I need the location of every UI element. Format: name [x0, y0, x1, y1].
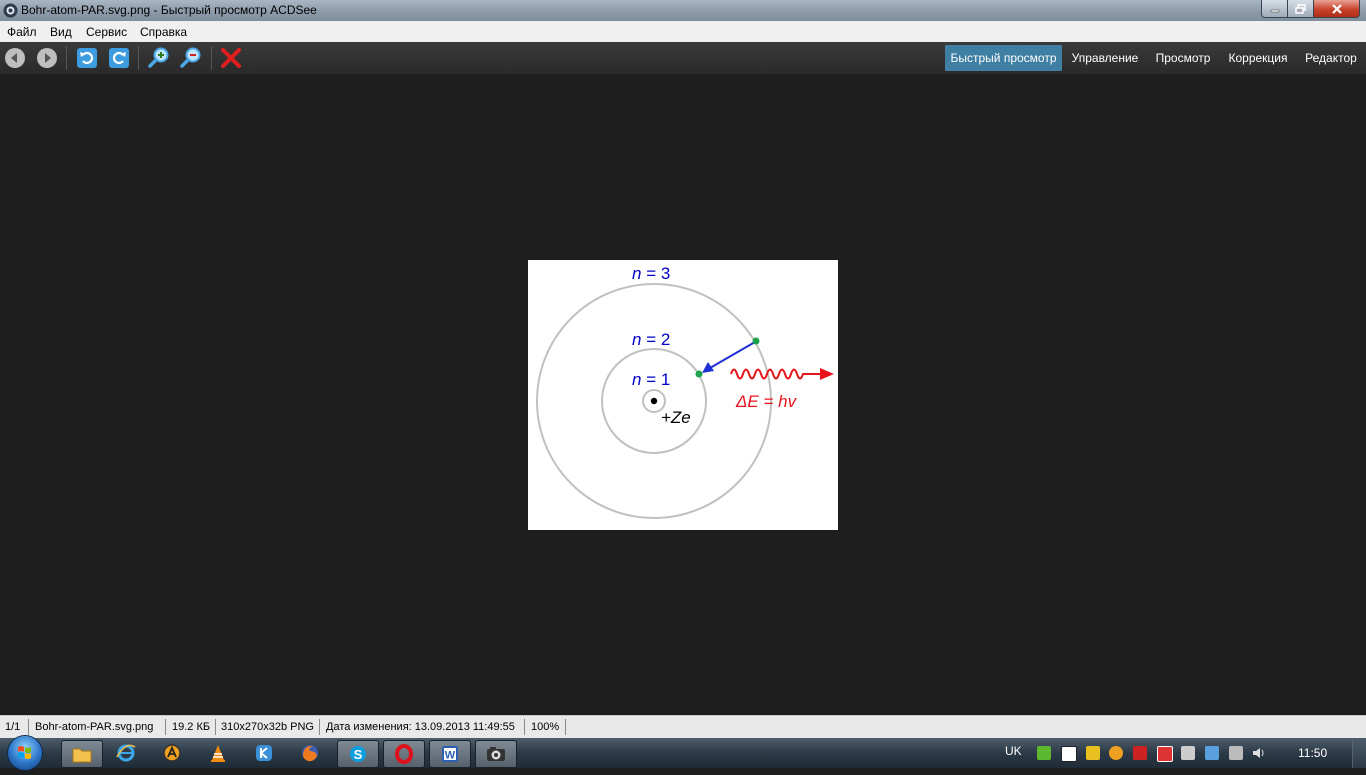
label-nucleus-charge: +Ze — [661, 408, 691, 427]
rotate-left-icon[interactable] — [75, 46, 99, 70]
tray-shield-green-icon[interactable] — [1037, 746, 1051, 760]
status-separator — [165, 719, 166, 735]
photon-arrowhead — [820, 368, 834, 380]
delete-icon[interactable] — [219, 46, 243, 70]
tab-edit[interactable]: Редактор — [1300, 45, 1362, 71]
rotate-right-icon[interactable] — [107, 46, 131, 70]
status-separator — [28, 719, 29, 735]
taskbar-word[interactable]: W — [429, 740, 471, 768]
language-indicator[interactable]: UK — [1005, 744, 1022, 758]
menu-view[interactable]: Вид — [50, 25, 72, 39]
tray-monitor-icon[interactable] — [1229, 746, 1243, 760]
back-icon[interactable] — [3, 46, 27, 70]
folder-icon — [72, 748, 92, 763]
status-index: 1/1 — [5, 721, 21, 733]
opera-icon — [395, 744, 413, 764]
acdsee-icon — [487, 747, 505, 761]
zoom-out-icon[interactable] — [179, 46, 203, 70]
tray-red-shield-icon[interactable] — [1157, 746, 1173, 762]
photon-wave — [730, 368, 824, 380]
minimize-icon — [1270, 9, 1279, 12]
toolbar: Быстрый просмотр Управление Просмотр Кор… — [0, 42, 1366, 74]
status-separator — [565, 719, 566, 735]
maximize-button[interactable] — [1288, 0, 1314, 18]
status-separator — [215, 719, 216, 735]
taskbar-app-k[interactable] — [244, 740, 284, 766]
tab-quick-view[interactable]: Быстрый просмотр — [945, 45, 1062, 71]
menu-help[interactable]: Справка — [140, 25, 187, 39]
status-separator — [524, 719, 525, 735]
window-title: Bohr-atom-PAR.svg.png - Быстрый просмотр… — [21, 3, 317, 17]
firefox-icon — [302, 745, 318, 762]
svg-text:S: S — [354, 747, 363, 762]
bohr-atom-diagram: n = 3 n = 2 n = 1 +Ze ΔE = hv — [536, 264, 834, 519]
status-filesize: 19.2 КБ — [172, 721, 211, 733]
close-icon — [1331, 3, 1342, 14]
blue-k-app-icon — [256, 745, 272, 761]
tab-manage[interactable]: Управление — [1066, 45, 1144, 71]
image-viewer[interactable]: n = 3 n = 2 n = 1 +Ze ΔE = hv — [0, 74, 1366, 715]
toolbar-separator — [211, 46, 212, 70]
windows-logo-icon — [18, 746, 31, 759]
status-dimensions: 310x270x32b PNG — [221, 721, 314, 733]
label-n2: n = 2 — [632, 330, 670, 349]
volume-icon[interactable] — [1252, 746, 1266, 760]
acdsee-app-icon — [3, 3, 18, 18]
tray-calendar-icon[interactable] — [1061, 746, 1077, 762]
title-bar: Bohr-atom-PAR.svg.png - Быстрый просмотр… — [0, 0, 1366, 21]
orange-a-app-icon — [163, 744, 181, 762]
svg-text:W: W — [445, 750, 456, 762]
transition-arrow — [709, 341, 756, 369]
clock[interactable]: 11:50 — [1298, 746, 1327, 760]
menu-file[interactable]: Файл — [7, 25, 37, 39]
vlc-icon — [211, 745, 225, 762]
taskbar-skype[interactable]: S — [337, 740, 379, 768]
taskbar-acdsee[interactable] — [475, 740, 517, 768]
taskbar-firefox[interactable] — [290, 740, 330, 766]
forward-icon[interactable] — [35, 46, 59, 70]
label-energy: ΔE = hv — [735, 392, 798, 411]
label-n1: n = 1 — [632, 370, 670, 389]
restore-icon — [1295, 3, 1306, 14]
taskbar-opera[interactable] — [383, 740, 425, 768]
zoom-in-icon[interactable] — [147, 46, 171, 70]
displayed-image: n = 3 n = 2 n = 1 +Ze ΔE = hv — [528, 260, 838, 530]
close-window-button[interactable] — [1314, 0, 1360, 18]
taskbar: S W UK 11:50 — [0, 736, 1366, 770]
label-n3: n = 3 — [632, 264, 670, 283]
tray-star-icon[interactable] — [1109, 746, 1123, 760]
status-modified: Дата изменения: 13.09.2013 11:49:55 — [326, 721, 515, 733]
toolbar-separator — [138, 46, 139, 70]
nucleus — [650, 397, 658, 405]
tab-develop[interactable]: Коррекция — [1222, 45, 1294, 71]
tray-yellow-shield-icon[interactable] — [1086, 746, 1100, 760]
taskbar-vlc[interactable] — [198, 740, 238, 766]
toolbar-separator — [66, 46, 67, 70]
word-icon: W — [442, 746, 458, 762]
status-zoom: 100% — [531, 721, 560, 733]
tab-view[interactable]: Просмотр — [1150, 45, 1216, 71]
start-button[interactable] — [8, 736, 42, 770]
tray-network-icon[interactable] — [1205, 746, 1219, 760]
internet-explorer-icon — [116, 744, 136, 762]
status-bar: 1/1 Bohr-atom-PAR.svg.png 19.2 КБ 310x27… — [0, 715, 1366, 739]
show-desktop-button[interactable] — [1352, 738, 1366, 768]
taskbar-explorer[interactable] — [61, 740, 103, 768]
skype-icon: S — [350, 746, 366, 762]
taskbar-internet-explorer[interactable] — [106, 740, 146, 766]
menu-tools[interactable]: Сервис — [86, 25, 127, 39]
status-filename: Bohr-atom-PAR.svg.png — [35, 721, 154, 733]
tray-adobe-icon[interactable] — [1133, 746, 1147, 760]
electron-n3 — [752, 337, 760, 345]
menu-bar: Файл Вид Сервис Справка — [0, 21, 1366, 43]
tray-device-icon[interactable] — [1181, 746, 1195, 760]
minimize-button[interactable] — [1261, 0, 1288, 18]
taskbar-app-a[interactable] — [152, 740, 192, 766]
status-separator — [319, 719, 320, 735]
electron-n2 — [695, 370, 703, 378]
